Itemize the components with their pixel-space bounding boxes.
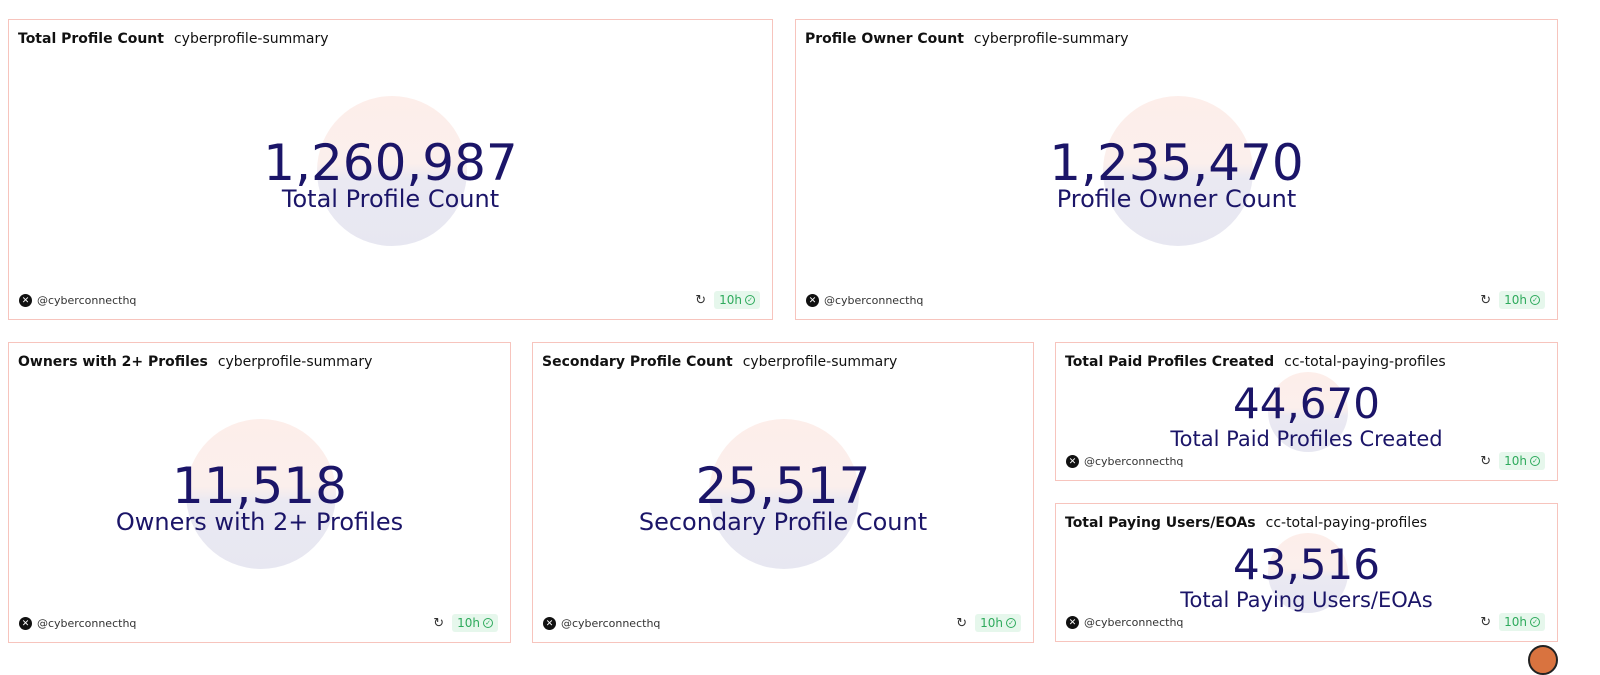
counter-value: 11,518: [172, 457, 347, 515]
freshness-badge: 10h ✓: [1499, 291, 1545, 309]
author-name: @cyberconnecthq: [37, 617, 137, 630]
card-header: Profile Owner Count cyberprofile-summary: [805, 31, 1129, 47]
card-header: Secondary Profile Count cyberprofile-summ…: [542, 354, 897, 370]
query-name[interactable]: cc-total-paying-profiles: [1266, 515, 1427, 531]
author-name: @cyberconnecthq: [37, 294, 137, 307]
author-link[interactable]: ✕ @cyberconnecthq: [19, 294, 136, 307]
counter-card: Total Paying Users/EOAs cc-total-paying-p…: [1055, 503, 1558, 642]
x-logo-icon: ✕: [1066, 616, 1079, 629]
counter-card: Total Profile Count cyberprofile-summary …: [8, 19, 773, 320]
check-circle-icon: ✓: [1530, 456, 1540, 466]
counter-label: Secondary Profile Count: [638, 508, 928, 536]
counter-value: 1,260,987: [263, 134, 518, 192]
author-link[interactable]: ✕ @cyberconnecthq: [806, 294, 923, 307]
counter-card: Secondary Profile Count cyberprofile-summ…: [532, 342, 1034, 643]
refresh-icon[interactable]: ↻: [1480, 293, 1491, 308]
check-circle-icon: ✓: [745, 295, 755, 305]
freshness-badge: 10h ✓: [714, 291, 760, 309]
x-logo-icon: ✕: [19, 294, 32, 307]
freshness-age: 10h: [1504, 454, 1527, 468]
author-name: @cyberconnecthq: [824, 294, 924, 307]
counter-label: Owners with 2+ Profiles: [115, 508, 404, 536]
freshness-badge: 10h ✓: [1499, 452, 1545, 470]
author-name: @cyberconnecthq: [1084, 455, 1184, 468]
counter-card: Profile Owner Count cyberprofile-summary …: [795, 19, 1558, 320]
refresh-icon[interactable]: ↻: [1480, 454, 1491, 469]
freshness-age: 10h: [1504, 293, 1527, 307]
card-header: Total Profile Count cyberprofile-summary: [18, 31, 329, 47]
check-circle-icon: ✓: [1530, 617, 1540, 627]
card-title[interactable]: Owners with 2+ Profiles: [18, 354, 208, 370]
refresh-icon[interactable]: ↻: [695, 293, 706, 308]
counter-value: 25,517: [695, 457, 871, 515]
counter-value: 43,516: [1233, 540, 1380, 589]
freshness-age: 10h: [980, 616, 1003, 630]
counter-value: 44,670: [1233, 379, 1380, 428]
query-name[interactable]: cyberprofile-summary: [174, 31, 329, 47]
freshness-badge: 10h ✓: [452, 614, 498, 632]
query-name[interactable]: cyberprofile-summary: [974, 31, 1129, 47]
x-logo-icon: ✕: [19, 617, 32, 630]
author-link[interactable]: ✕ @cyberconnecthq: [19, 617, 136, 630]
author-link[interactable]: ✕ @cyberconnecthq: [1066, 616, 1183, 629]
freshness-age: 10h: [1504, 615, 1527, 629]
card-title[interactable]: Total Paid Profiles Created: [1065, 354, 1274, 370]
counter-label: Total Paying Users/EOAs: [1180, 588, 1433, 612]
x-logo-icon: ✕: [1066, 455, 1079, 468]
card-header: Owners with 2+ Profiles cyberprofile-summ…: [18, 354, 372, 370]
query-name[interactable]: cyberprofile-summary: [743, 354, 898, 370]
card-title[interactable]: Total Paying Users/EOAs: [1065, 515, 1256, 531]
counter-label: Total Paid Profiles Created: [1170, 427, 1443, 451]
freshness-age: 10h: [719, 293, 742, 307]
counter-card: Total Paid Profiles Created cc-total-payi…: [1055, 342, 1558, 481]
refresh-icon[interactable]: ↻: [956, 616, 967, 631]
x-logo-icon: ✕: [806, 294, 819, 307]
author-name: @cyberconnecthq: [561, 617, 661, 630]
counter-label: Total Profile Count: [281, 185, 500, 213]
query-name[interactable]: cyberprofile-summary: [218, 354, 373, 370]
card-title[interactable]: Total Profile Count: [18, 31, 164, 47]
card-title[interactable]: Secondary Profile Count: [542, 354, 733, 370]
query-name[interactable]: cc-total-paying-profiles: [1284, 354, 1445, 370]
card-header: Total Paid Profiles Created cc-total-payi…: [1065, 354, 1446, 370]
author-name: @cyberconnecthq: [1084, 616, 1184, 629]
freshness-badge: 10h ✓: [975, 614, 1021, 632]
check-circle-icon: ✓: [1006, 618, 1016, 628]
check-circle-icon: ✓: [483, 618, 493, 628]
author-link[interactable]: ✕ @cyberconnecthq: [1066, 455, 1183, 468]
refresh-icon[interactable]: ↻: [1480, 615, 1491, 630]
refresh-icon[interactable]: ↻: [433, 616, 444, 631]
counter-card: Owners with 2+ Profiles cyberprofile-summ…: [8, 342, 511, 643]
card-header: Total Paying Users/EOAs cc-total-paying-p…: [1065, 515, 1427, 531]
freshness-age: 10h: [457, 616, 480, 630]
counter-value: 1,235,470: [1049, 134, 1304, 192]
check-circle-icon: ✓: [1530, 295, 1540, 305]
author-link[interactable]: ✕ @cyberconnecthq: [543, 617, 660, 630]
freshness-badge: 10h ✓: [1499, 613, 1545, 631]
counter-label: Profile Owner Count: [1056, 185, 1297, 213]
card-title[interactable]: Profile Owner Count: [805, 31, 964, 47]
x-logo-icon: ✕: [543, 617, 556, 630]
